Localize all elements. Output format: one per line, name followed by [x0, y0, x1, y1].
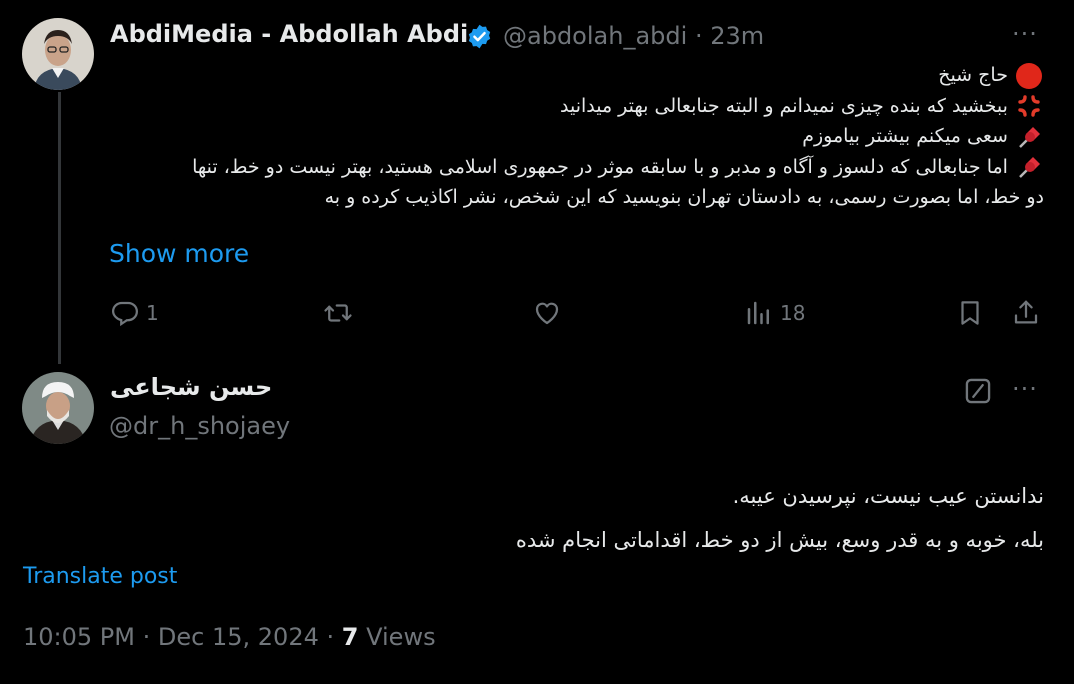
views-button[interactable]: 18: [744, 298, 805, 328]
repost-icon: [324, 304, 352, 322]
bookmark-icon: [961, 301, 979, 325]
show-more-link[interactable]: Show more: [109, 239, 249, 268]
avatar[interactable]: [22, 18, 94, 90]
separator: ·: [326, 623, 335, 651]
avatar[interactable]: [22, 372, 94, 444]
handle-text[interactable]: @abdolah_abdi: [503, 22, 687, 50]
post-time[interactable]: 10:05 PM: [23, 623, 135, 651]
like-button[interactable]: [532, 298, 562, 328]
post-meta: 10:05 PM · Dec 15, 2024 · 7 Views: [23, 623, 436, 651]
pushpin-icon: [1014, 125, 1044, 148]
post-line: اما جنابعالی که دلسوز و آگاه و مدبر و با…: [108, 152, 1044, 183]
handle[interactable]: @abdolah_abdi · 23m: [503, 22, 764, 50]
bookmark-button[interactable]: [955, 298, 985, 328]
post-line: بله، خوبه و به قدر وسع، بیش از دو خط، اق…: [515, 528, 1044, 552]
heart-icon: [535, 302, 559, 325]
grok-icon[interactable]: [964, 377, 992, 405]
post-line: حاج شیخ: [108, 60, 1044, 91]
verified-badge-icon[interactable]: [466, 23, 493, 50]
post-line: ندانستن عیب نیست، نپرسیدن عیبه.: [732, 484, 1044, 508]
post-line: سعی میکنم بیشتر بیاموزم: [108, 121, 1044, 152]
avatar-photo: [22, 18, 94, 90]
repost-button[interactable]: [323, 298, 353, 328]
reply-button[interactable]: 1: [110, 298, 159, 328]
timestamp[interactable]: · 23m: [695, 22, 764, 50]
views-label: Views: [366, 623, 436, 651]
separator: ·: [142, 623, 151, 651]
post-line: ببخشید که بنده چیزی نمیدانم و البته جناب…: [108, 91, 1044, 122]
red-circle-icon: [1014, 62, 1044, 89]
display-name[interactable]: حسن شجاعی: [110, 373, 272, 401]
share-icon: [1014, 300, 1038, 324]
post-line: دو خط، اما بصورت رسمی، به دادستان تهران …: [324, 186, 1044, 208]
more-options-button[interactable]: ···: [1012, 20, 1038, 48]
reply-icon: [111, 301, 139, 327]
post-date[interactable]: Dec 15, 2024: [158, 623, 319, 651]
translate-post-link[interactable]: Translate post: [23, 564, 177, 589]
pushpin-icon: [1014, 156, 1044, 178]
views-count: 18: [780, 301, 806, 325]
thread-connector-line: [58, 92, 61, 364]
post-body: ندانستن عیب نیست، نپرسیدن عیبه. بله، خوب…: [108, 474, 1044, 562]
share-button[interactable]: [1011, 298, 1041, 328]
avatar-photo: [22, 372, 94, 444]
post-body: حاج شیخ ببخشید که بنده چیزی نمیدانم و ال…: [108, 60, 1044, 212]
angry-symbol-icon: [1014, 95, 1044, 117]
handle[interactable]: @dr_h_shojaey: [109, 412, 290, 440]
views-count: 7: [341, 623, 359, 651]
reply-count: 1: [146, 301, 159, 325]
more-options-button[interactable]: ···: [1012, 375, 1038, 403]
views-chart-icon: [747, 301, 769, 325]
display-name[interactable]: AbdiMedia - Abdollah Abdi: [110, 20, 468, 48]
